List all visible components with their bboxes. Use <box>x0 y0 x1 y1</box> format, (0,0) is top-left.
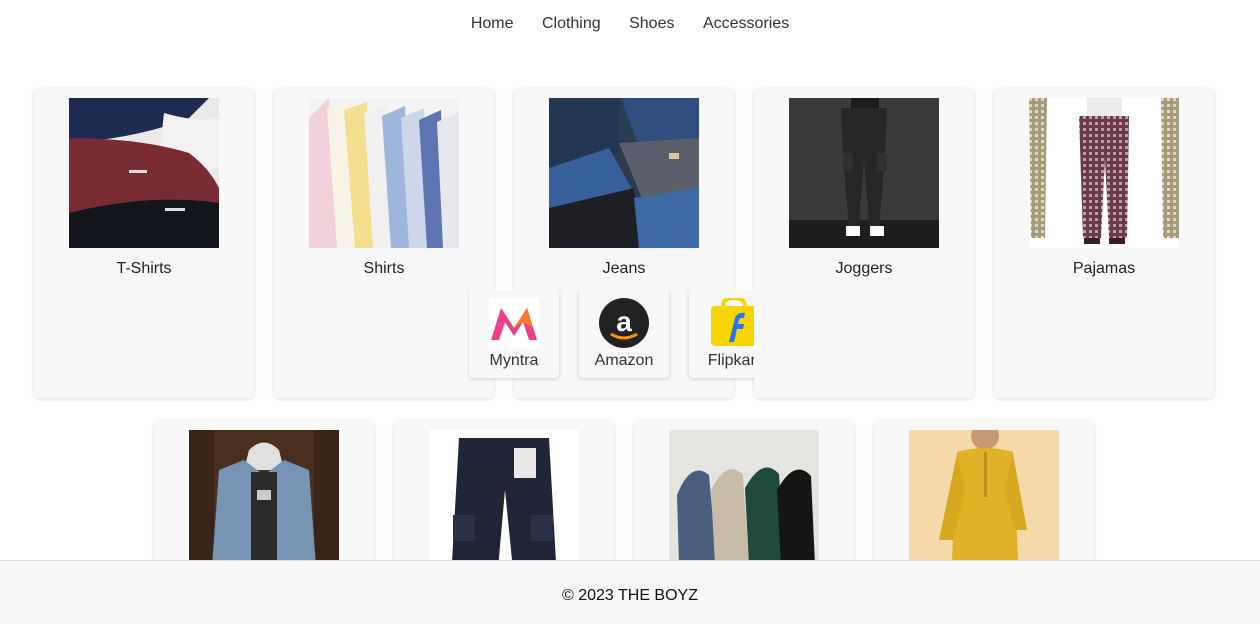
store-link-myntra[interactable]: Myntra <box>469 290 559 378</box>
copyright-text: © 2023 THE BOYZ <box>562 587 698 604</box>
kurta-image <box>909 430 1059 580</box>
store-links-popover: Myntra a Amazon Flipkart <box>468 290 754 382</box>
category-label: Joggers <box>835 260 893 277</box>
tshirts-image <box>69 98 219 248</box>
hoodies-image <box>669 430 819 580</box>
flipkart-logo-icon <box>709 295 754 348</box>
nav-clothing-link[interactable]: Clothing <box>542 14 601 34</box>
category-card-tshirts[interactable]: T-Shirts <box>34 88 254 398</box>
store-name: Myntra <box>489 352 539 369</box>
category-card-joggers[interactable]: Joggers <box>754 88 974 398</box>
nav-home-link[interactable]: Home <box>471 14 514 34</box>
myntra-logo-icon <box>489 298 539 348</box>
footer: © 2023 THE BOYZ <box>0 560 1260 624</box>
svg-text:a: a <box>616 306 632 337</box>
category-card-pajamas[interactable]: Pajamas <box>994 88 1214 398</box>
category-label: Pajamas <box>1072 260 1136 277</box>
joggers-image <box>789 98 939 248</box>
category-label: T-Shirts <box>116 260 172 277</box>
store-link-amazon[interactable]: a Amazon <box>579 290 669 378</box>
pajamas-image <box>1029 98 1179 248</box>
category-label: Shirts <box>363 260 405 277</box>
nav-shoes-link[interactable]: Shoes <box>629 14 674 34</box>
jeans-image <box>549 98 699 248</box>
category-card-shirts[interactable]: Shirts <box>274 88 494 398</box>
nav-accessories-link[interactable]: Accessories <box>703 14 789 34</box>
store-link-flipkart[interactable]: Flipkart <box>689 290 754 378</box>
store-name: Flipkart <box>707 352 754 369</box>
jacket-image <box>189 430 339 580</box>
amazon-logo-icon: a <box>599 298 649 348</box>
store-name: Amazon <box>594 352 654 369</box>
top-nav: Home Clothing Shoes Accessories <box>0 14 1260 34</box>
shirts-image <box>309 98 459 248</box>
cargo-pants-image <box>429 430 579 580</box>
category-label: Jeans <box>602 260 646 277</box>
